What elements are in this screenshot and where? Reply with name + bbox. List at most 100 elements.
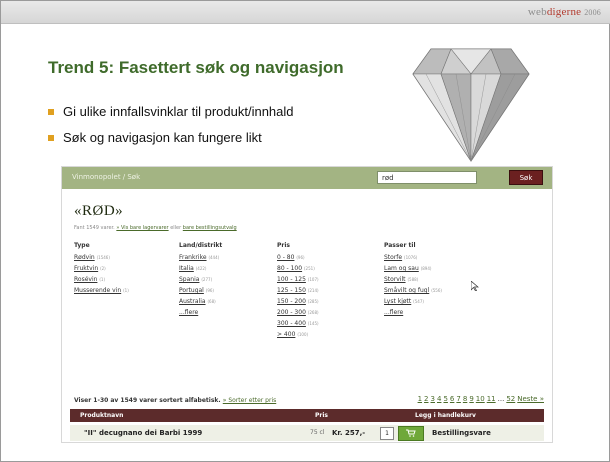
bullet-text: Gi ulike innfallsvinklar til produkt/inn…	[63, 104, 294, 119]
page-link[interactable]: 52	[506, 395, 515, 403]
facet-link[interactable]: Italia	[179, 265, 194, 272]
order-status: Bestillingsvare	[432, 429, 491, 437]
facet-item[interactable]: Småvilt og fugl (556)	[384, 288, 442, 294]
facet-link[interactable]: 300 - 400	[277, 320, 306, 327]
facet-link[interactable]: Portugal	[179, 287, 204, 294]
page-link[interactable]: 2	[424, 395, 428, 403]
facet-link[interactable]: Storfe	[384, 254, 402, 261]
bullet-square-icon	[48, 109, 54, 115]
facet-item[interactable]: Frankrike (444)	[179, 255, 222, 261]
page-link[interactable]: 10	[476, 395, 485, 403]
facet-item[interactable]: Fruktvin (2)	[74, 266, 129, 272]
facet-count: (556)	[431, 288, 442, 293]
facet-link[interactable]: 100 - 125	[277, 276, 306, 283]
page-link[interactable]: 4	[437, 395, 441, 403]
facet-item[interactable]: ...flere	[384, 310, 442, 316]
search-button[interactable]: Søk	[509, 170, 543, 185]
facet-item[interactable]: Rosévin (1)	[74, 277, 129, 283]
facet-item[interactable]: 0 - 80 (96)	[277, 255, 319, 261]
product-name[interactable]: "II" decugnano dei Barbi 1999	[84, 425, 202, 441]
next-page-link[interactable]: Neste »	[517, 395, 544, 403]
facet-count: (894)	[420, 266, 432, 271]
facet-item[interactable]: > 400 (100)	[277, 332, 319, 338]
product-price: Kr. 257,-	[332, 429, 366, 437]
facet-link[interactable]: Lyst kjøtt	[384, 298, 411, 305]
brand-part1: web	[527, 6, 547, 18]
facet-item[interactable]: 80 - 100 (251)	[277, 266, 319, 272]
page-link[interactable]: 5	[443, 395, 447, 403]
breadcrumb[interactable]: Vinmonopolet / Søk	[72, 173, 140, 181]
page-link[interactable]: 9	[469, 395, 473, 403]
col-header-name: Produktnavn	[80, 412, 124, 419]
facet-item[interactable]: ...flere	[179, 310, 222, 316]
facet-item[interactable]: Rødvin (1546)	[74, 255, 129, 261]
facet-item[interactable]: Storvilt (588)	[384, 277, 442, 283]
facet-link[interactable]: Rødvin	[74, 254, 95, 261]
facet-count: (277)	[201, 277, 213, 282]
facet-item[interactable]: Portugal (96)	[179, 288, 222, 294]
facet-count: (1)	[99, 277, 106, 282]
facet-more-link[interactable]: ...flere	[179, 309, 198, 316]
facet-link[interactable]: > 400	[277, 331, 295, 338]
table-header: Produktnavn Pris Legg i handlekurv	[70, 409, 544, 422]
col-header-price: Pris	[315, 412, 328, 419]
quantity-input[interactable]: 1	[380, 427, 394, 440]
facet-item[interactable]: Australia (68)	[179, 299, 222, 305]
sort-by-price-link[interactable]: » Sorter etter pris	[223, 397, 276, 404]
facet-link[interactable]: Storvilt	[384, 276, 406, 283]
facet-link[interactable]: 0 - 80	[277, 254, 294, 261]
facet-item[interactable]: Lam og sau (894)	[384, 266, 442, 272]
website-screenshot: Vinmonopolet / Søk rød Søk «RØD» Fant 15…	[61, 166, 553, 443]
facet-count: (145)	[307, 321, 319, 326]
facet-item[interactable]: 200 - 300 (268)	[277, 310, 319, 316]
page-link[interactable]: 8	[463, 395, 467, 403]
search-heading: «RØD»	[74, 203, 124, 219]
mouse-cursor-icon	[471, 281, 479, 291]
facet-link[interactable]: Spania	[179, 276, 199, 283]
found-or: eller	[170, 225, 182, 231]
search-input[interactable]: rød	[377, 171, 477, 184]
found-count: Fant 1549 varer.	[74, 225, 115, 231]
page-link[interactable]: 1	[418, 395, 422, 403]
facet-link[interactable]: 200 - 300	[277, 309, 306, 316]
facet-link[interactable]: Fruktvin	[74, 265, 98, 272]
facet-count: (422)	[195, 266, 207, 271]
bullet-list: Gi ulike innfallsvinklar til produkt/inn…	[48, 104, 294, 156]
col-header-cart: Legg i handlekurv	[415, 412, 476, 419]
facet-link[interactable]: Musserende vin	[74, 287, 121, 294]
facet-link[interactable]: Småvilt og fugl	[384, 287, 429, 294]
add-to-cart-button[interactable]	[398, 426, 424, 441]
facet-link[interactable]: 125 - 150	[277, 287, 306, 294]
page-link[interactable]: 6	[450, 395, 454, 403]
page-link[interactable]: 3	[431, 395, 435, 403]
page-link[interactable]: 7	[456, 395, 460, 403]
facet-count: (268)	[307, 310, 319, 315]
order-only-link[interactable]: bare bestillingsutvalg	[183, 225, 237, 231]
facet-item[interactable]: Musserende vin (1)	[74, 288, 129, 294]
slide: webdigerne 2006 Trend 5: Fasettert søk o…	[0, 0, 610, 462]
facet-item[interactable]: Storfe (1076)	[384, 255, 442, 261]
brand-logo: webdigerne 2006	[528, 6, 601, 18]
page-link[interactable]: 11	[487, 395, 496, 403]
facet-link[interactable]: Australia	[179, 298, 206, 305]
result-summary: Fant 1549 varer. » Vis bare lagervarer e…	[74, 225, 237, 231]
facet-item[interactable]: 300 - 400 (145)	[277, 321, 319, 327]
facet-item[interactable]: Lyst kjøtt (547)	[384, 299, 442, 305]
facet-link[interactable]: 150 - 200	[277, 298, 306, 305]
facet-item[interactable]: Italia (422)	[179, 266, 222, 272]
facet-title: Land/distrikt	[179, 242, 223, 249]
facet-link[interactable]: 80 - 100	[277, 265, 302, 272]
diamond-icon	[412, 48, 530, 162]
facet-more-link[interactable]: ...flere	[384, 309, 403, 316]
brand-year: 2006	[584, 8, 601, 17]
facet-link[interactable]: Lam og sau	[384, 265, 419, 272]
facet-item[interactable]: 100 - 125 (107)	[277, 277, 319, 283]
facet-count: (96)	[205, 288, 214, 293]
facet-count: (1546)	[96, 255, 110, 260]
facet-link[interactable]: Frankrike	[179, 254, 207, 261]
stock-only-link[interactable]: » Vis bare lagervarer	[116, 225, 168, 231]
facet-item[interactable]: 125 - 150 (214)	[277, 288, 319, 294]
facet-link[interactable]: Rosévin	[74, 276, 97, 283]
facet-item[interactable]: 150 - 200 (285)	[277, 299, 319, 305]
facet-item[interactable]: Spania (277)	[179, 277, 222, 283]
